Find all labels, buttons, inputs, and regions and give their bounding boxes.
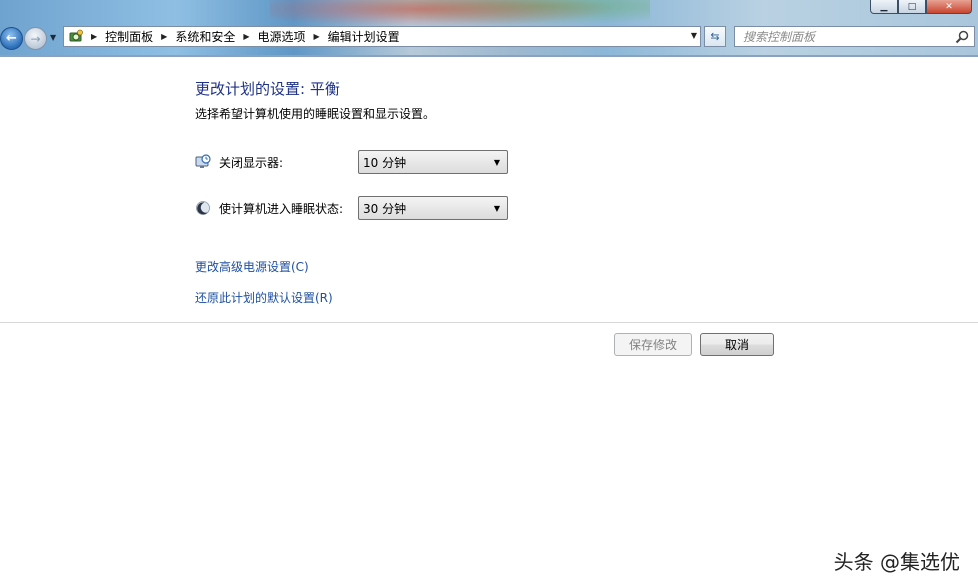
display-off-select[interactable]: 10 分钟 ▼ (358, 150, 508, 174)
refresh-button[interactable]: ⇆ (704, 26, 726, 47)
recent-pages-dropdown-icon[interactable]: ▼ (50, 33, 56, 42)
divider (0, 322, 978, 323)
breadcrumb-control-panel[interactable]: 控制面板 (105, 28, 153, 45)
setting-label: 关闭显示器: (219, 155, 284, 170)
back-arrow-icon[interactable]: ← (0, 27, 23, 50)
search-placeholder: 搜索控制面板 (743, 30, 816, 44)
breadcrumb-power-options[interactable]: 电源选项 (258, 28, 306, 45)
display-timer-icon (195, 154, 211, 170)
address-dropdown-icon[interactable]: ▼ (691, 31, 697, 40)
sleep-moon-icon (195, 200, 211, 216)
setting-label: 使计算机进入睡眠状态: (219, 201, 344, 216)
setting-row-sleep: 使计算机进入睡眠状态: 30 分钟 ▼ (195, 196, 508, 220)
select-value: 30 分钟 (363, 201, 407, 216)
main-content: 更改计划的设置: 平衡 选择希望计算机使用的睡眠设置和显示设置。 关闭显示器: … (0, 57, 978, 587)
breadcrumb-edit-plan[interactable]: 编辑计划设置 (328, 28, 400, 45)
sleep-select[interactable]: 30 分钟 ▼ (358, 196, 508, 220)
page-title: 更改计划的设置: 平衡 (195, 80, 340, 98)
title-bar: ▁ □ ✕ ← → ▼ ▶ 控制面板 ▶ 系统和安全 ▶ 电源选项 ▶ 编辑计划… (0, 0, 978, 57)
chevron-down-icon: ▼ (493, 203, 501, 213)
maximize-icon[interactable]: □ (898, 0, 926, 14)
save-button[interactable]: 保存修改 (614, 333, 692, 356)
restore-defaults-link[interactable]: 还原此计划的默认设置(R) (195, 289, 333, 306)
close-icon[interactable]: ✕ (926, 0, 972, 14)
watermark: 头条 @集选优 (833, 550, 960, 574)
page-subtitle: 选择希望计算机使用的睡眠设置和显示设置。 (195, 107, 436, 121)
minimize-icon[interactable]: ▁ (870, 0, 898, 14)
forward-arrow-icon[interactable]: → (24, 27, 47, 50)
chevron-down-icon: ▼ (493, 157, 501, 167)
breadcrumb-separator-icon[interactable]: ▶ (314, 32, 320, 41)
breadcrumb-separator-icon[interactable]: ▶ (243, 32, 249, 41)
select-value: 10 分钟 (363, 155, 407, 170)
control-panel-icon (67, 29, 85, 45)
advanced-power-settings-link[interactable]: 更改高级电源设置(C) (195, 258, 309, 275)
breadcrumb-separator-icon[interactable]: ▶ (91, 32, 97, 41)
breadcrumb-system-security[interactable]: 系统和安全 (175, 28, 235, 45)
search-input[interactable]: 搜索控制面板 (734, 26, 975, 47)
breadcrumb-separator-icon[interactable]: ▶ (161, 32, 167, 41)
control-panel-window: ▁ □ ✕ ← → ▼ ▶ 控制面板 ▶ 系统和安全 ▶ 电源选项 ▶ 编辑计划… (0, 0, 978, 587)
caption-buttons: ▁ □ ✕ (870, 0, 972, 14)
cancel-button[interactable]: 取消 (700, 333, 774, 356)
refresh-icon: ⇆ (710, 30, 720, 43)
setting-row-display-off: 关闭显示器: 10 分钟 ▼ (195, 150, 508, 174)
search-icon[interactable] (954, 29, 970, 45)
address-bar[interactable]: ▶ 控制面板 ▶ 系统和安全 ▶ 电源选项 ▶ 编辑计划设置 ▼ (63, 26, 701, 47)
